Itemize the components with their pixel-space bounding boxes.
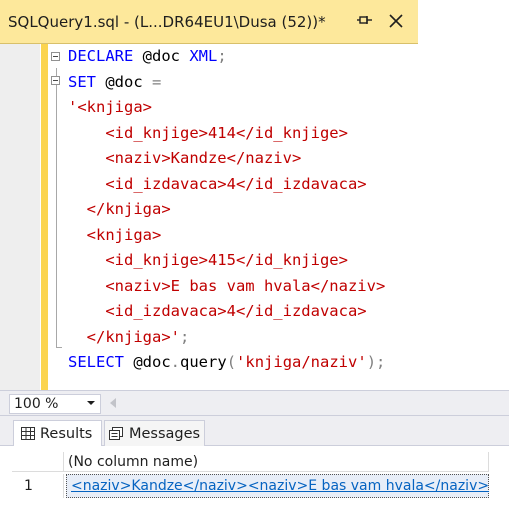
grid-icon	[21, 427, 35, 440]
tab-strip-empty	[418, 0, 509, 44]
zoom-value: 100 %	[14, 396, 59, 412]
code-token: <id_knjige>415</id_knjige>	[68, 251, 348, 269]
column-header[interactable]: (No column name)	[64, 452, 489, 472]
code-token: .	[170, 353, 181, 371]
code-token: <id_izdavaca>4</id_izdavaca>	[68, 174, 367, 193]
code-token: =	[152, 72, 162, 91]
results-grid: (No column name) 1 <naziv>Kandze</naziv>…	[0, 446, 509, 517]
code-token: @doc	[96, 72, 152, 91]
collapse-icon[interactable]	[51, 52, 60, 61]
code-token: DECLARE	[68, 47, 134, 65]
tab-results-label: Results	[40, 425, 93, 442]
code-token: SELECT	[68, 353, 124, 371]
code-token: <id_izdavaca>4</id_izdavaca>	[68, 302, 367, 320]
row-number[interactable]: 1	[12, 474, 64, 498]
code-line[interactable]: DECLARE @doc XML;	[68, 44, 227, 68]
scroll-left-icon[interactable]	[110, 398, 116, 408]
code-line[interactable]: SET @doc =	[68, 70, 161, 94]
code-token: 'knjiga/naziv'	[236, 353, 367, 371]
code-token: @doc	[124, 353, 171, 371]
code-token: </knjiga>'	[68, 327, 180, 346]
tab-messages[interactable]: Messages	[104, 420, 205, 446]
tab-messages-label: Messages	[129, 425, 201, 442]
line-gutter	[0, 44, 40, 390]
code-line[interactable]: <id_izdavaca>4</id_izdavaca>	[68, 172, 367, 196]
code-line[interactable]: </knjiga>	[68, 197, 171, 221]
document-tab[interactable]: SQLQuery1.sql - (L...DR64EU1\Dusa (52))*	[0, 0, 418, 44]
result-cell-xml-link[interactable]: <naziv>Kandze</naziv><naziv>E bas vam hv…	[66, 474, 489, 498]
query-editor[interactable]: DECLARE @doc XML; SET @doc = '<knjiga> <id…	[0, 44, 509, 390]
code-token: ;	[179, 327, 190, 346]
fold-guide	[56, 68, 57, 348]
messages-icon	[109, 426, 123, 440]
tab-title: SQLQuery1.sql - (L...DR64EU1\Dusa (52))*	[8, 12, 326, 31]
zoom-select[interactable]: 100 %	[9, 394, 101, 414]
code-token: ;	[217, 47, 227, 65]
code-token: SET	[68, 72, 96, 91]
code-token: XML	[189, 47, 218, 65]
code-line[interactable]: <knjiga>	[68, 223, 162, 247]
code-token: '<knjiga>	[68, 98, 152, 116]
pin-icon[interactable]	[356, 12, 374, 30]
code-line[interactable]: <naziv>E bas vam hvala</naziv>	[68, 274, 385, 298]
code-token: );	[366, 353, 386, 371]
grid-corner[interactable]	[12, 452, 64, 472]
code-line[interactable]: '<knjiga>	[68, 95, 152, 119]
results-tab-strip: Results Messages	[0, 416, 509, 446]
code-token: <naziv>E bas vam hvala</naziv>	[68, 276, 386, 295]
editor-status-bar: 100 %	[0, 390, 509, 416]
code-line[interactable]: <naziv>Kandze</naziv>	[68, 146, 301, 170]
code-line[interactable]: </knjiga>';	[68, 325, 190, 349]
collapse-icon[interactable]	[51, 76, 60, 85]
code-token: <naziv>Kandze</naziv>	[68, 149, 302, 167]
close-icon[interactable]	[386, 11, 406, 31]
code-line[interactable]: SELECT @doc.query('knjiga/naziv');	[68, 350, 385, 374]
change-marker	[41, 44, 48, 390]
code-token: <knjiga>	[68, 225, 162, 244]
code-token: @doc	[133, 47, 190, 65]
code-token: <id_knjige>414</id_knjige>	[68, 123, 348, 142]
fold-guide-end	[56, 347, 62, 348]
chevron-down-icon	[87, 401, 95, 405]
code-token: </knjiga>	[68, 200, 171, 218]
code-token: query	[180, 353, 227, 371]
code-line[interactable]: <id_knjige>415</id_knjige>	[68, 248, 348, 272]
code-line[interactable]: <id_knjige>414</id_knjige>	[68, 121, 348, 145]
tab-results[interactable]: Results	[13, 420, 102, 446]
code-token: (	[226, 353, 237, 371]
code-line[interactable]: <id_izdavaca>4</id_izdavaca>	[68, 299, 367, 323]
